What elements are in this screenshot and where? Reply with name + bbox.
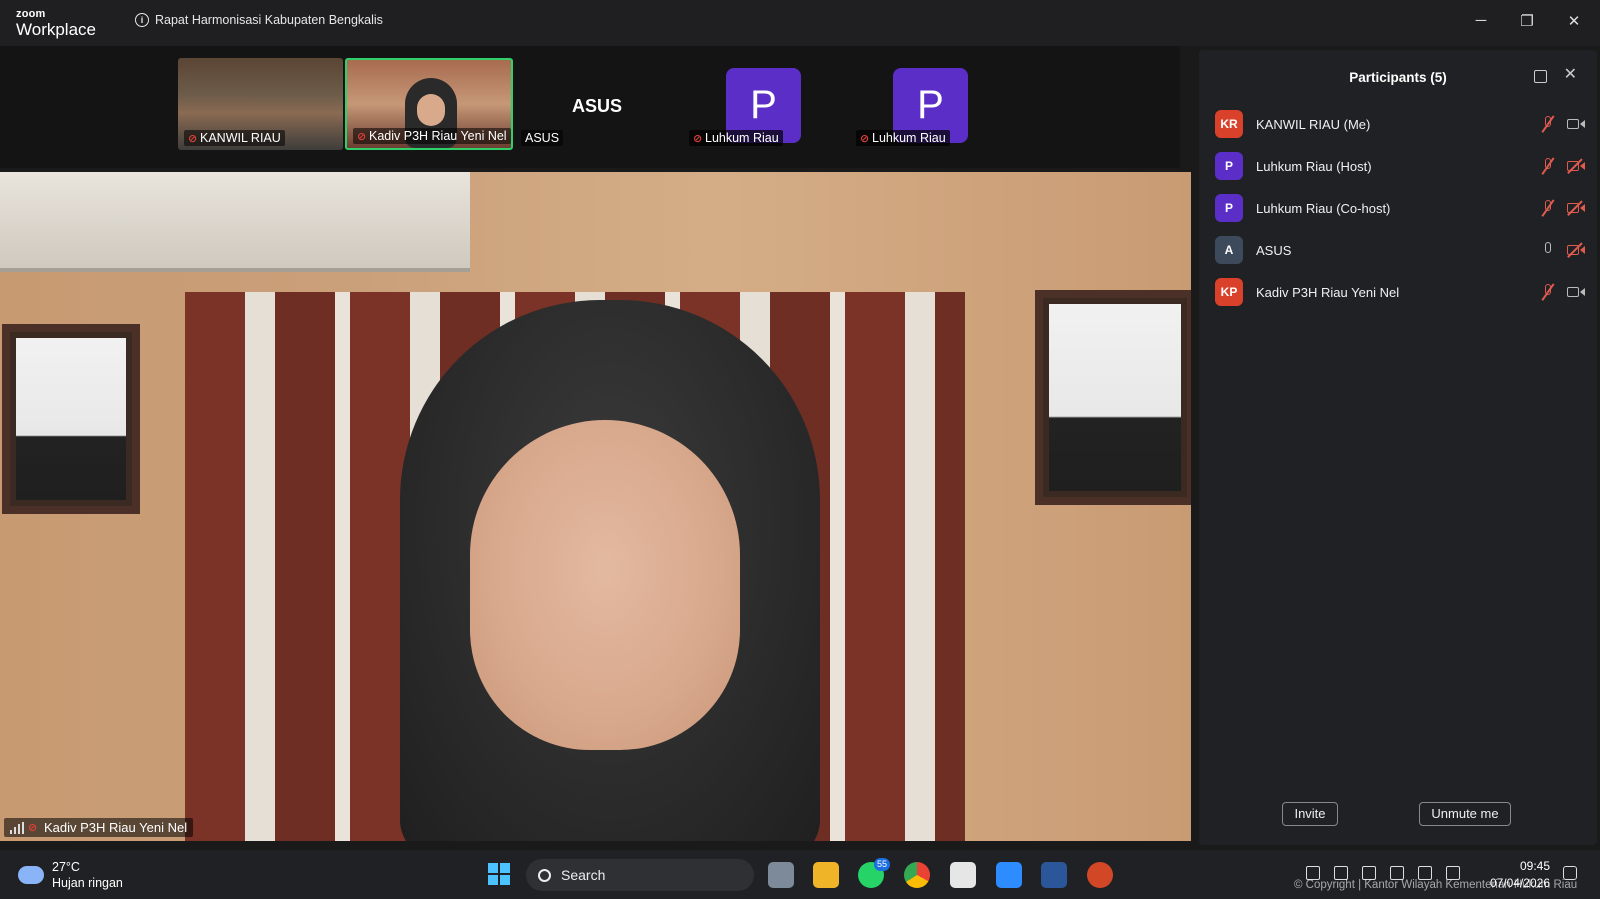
chrome-icon[interactable] [904,862,930,888]
close-button[interactable]: ✕ [1562,12,1586,30]
mic-muted-icon: ⊘ [28,822,38,834]
invite-button[interactable]: Invite [1282,802,1338,826]
chevron-up-icon[interactable] [1306,866,1320,880]
unmute-me-button[interactable]: Unmute me [1419,802,1511,826]
word-icon[interactable] [1041,862,1067,888]
cloud-icon[interactable] [1334,866,1348,880]
weather-widget[interactable]: 27°C Hujan ringan [18,859,123,891]
taskbar-search[interactable]: Search [526,859,754,891]
meeting-info[interactable]: i Rapat Harmonisasi Kabupaten Bengkalis [135,13,383,27]
thumbnail-display-name: ASUS [572,96,623,116]
powerpoint-icon[interactable] [1087,862,1113,888]
thumbnail-label: ASUS [521,130,564,146]
temperature: 27°C [52,860,80,874]
time: 09:45 [1519,859,1550,873]
participant-name: ASUS [1256,242,1292,258]
popout-icon[interactable] [1534,70,1547,83]
windows-taskbar: 27°C Hujan ringan Search 55 09:45 07/04/… [0,850,1600,899]
participant-avatar: A [1215,236,1243,264]
thumbnail-label: ⊘ KANWIL RIAU [184,130,285,146]
thumbnail-luhkum-2[interactable]: ⊘ Luhkum Riau [850,58,980,150]
participant-row[interactable]: P Luhkum Riau (Host) [1215,146,1585,186]
logo-bottom-text: Workplace [16,20,96,39]
video-thumbnail-strip: ⊘ KANWIL RIAU ⊘ Kadiv P3H Riau Yeni Nel … [0,46,1180,168]
air-conditioner [0,172,470,272]
wifi-icon[interactable] [1390,866,1404,880]
minimize-button[interactable]: ─ [1469,12,1493,29]
person-face [417,94,445,126]
weather-description: Hujan ringan [52,876,123,890]
participant-avatar: P [1215,194,1243,222]
start-icon[interactable] [488,863,510,885]
participant-name: Luhkum Riau (Host) [1256,158,1372,174]
video-off-icon[interactable] [1567,242,1585,258]
thumbnail-label: ⊘ Luhkum Riau [856,130,950,146]
thumbnail-label: ⊘ Kadiv P3H Riau Yeni Nel [353,128,511,144]
portrait-left [2,324,140,514]
mic-muted-icon[interactable] [1541,157,1555,175]
main-video-label: ⊘ Kadiv P3H Riau Yeni Nel [4,818,194,837]
video-on-icon[interactable] [1567,118,1585,130]
participant-row[interactable]: KP Kadiv P3H Riau Yeni Nel [1215,272,1585,312]
speaker-face [470,420,740,750]
video-on-icon[interactable] [1567,286,1585,298]
mic-muted-icon: ⊘ [357,131,367,143]
mic-muted-icon[interactable] [1541,115,1555,133]
search-icon [538,868,551,882]
battery-icon[interactable] [1446,866,1460,880]
participant-name: Luhkum Riau (Co-host) [1256,200,1391,216]
mic-muted-icon: ⊘ [188,133,198,145]
thumbnail-kadiv[interactable]: ⊘ Kadiv P3H Riau Yeni Nel [345,58,513,150]
participant-row[interactable]: KR KANWIL RIAU (Me) [1215,104,1585,144]
participant-name: KANWIL RIAU (Me) [1256,116,1371,132]
participant-row[interactable]: A ASUS [1215,230,1585,270]
system-tray [1306,866,1460,880]
video-off-icon[interactable] [1567,200,1585,216]
title-bar: zoom Workplace i Rapat Harmonisasi Kabup… [0,0,1600,46]
whatsapp-badge: 55 [873,858,890,871]
mic-on-icon[interactable] [1541,241,1555,259]
weather-cloud-icon [18,866,44,884]
meeting-title: Rapat Harmonisasi Kabupaten Bengkalis [155,13,383,27]
zoom-logo: zoom Workplace [16,8,96,39]
info-icon[interactable]: i [135,13,149,27]
video-off-icon[interactable] [1567,158,1585,174]
participant-avatar: P [1215,152,1243,180]
portrait-right [1035,290,1191,505]
participant-avatar: KP [1215,278,1243,306]
participant-name: Kadiv P3H Riau Yeni Nel [1256,284,1400,300]
volume-muted-icon[interactable] [1418,866,1432,880]
participants-panel: Participants (5) ✕ KR KANWIL RIAU (Me) P… [1199,50,1597,845]
mic-muted-icon: ⊘ [693,133,703,145]
signal-icon [10,822,24,834]
file-explorer-icon[interactable] [813,862,839,888]
mic-muted-icon[interactable] [1541,199,1555,217]
mic-muted-icon[interactable] [1541,283,1555,301]
copyright-watermark: © Copyright | Kantor Wilayah Kementerian… [1294,879,1578,891]
participant-avatar: KR [1215,110,1243,138]
thumbnail-label: ⊘ Luhkum Riau [689,130,783,146]
participant-row[interactable]: P Luhkum Riau (Co-host) [1215,188,1585,228]
speaker-person [400,300,820,841]
thumbnail-kanwil-riau[interactable]: ⊘ KANWIL RIAU [178,58,343,150]
news-app-icon[interactable] [950,862,976,888]
search-label: Search [561,867,606,883]
logo-top-text: zoom [16,8,46,20]
zoom-app-icon[interactable] [996,862,1022,888]
main-video[interactable]: ⊘ Kadiv P3H Riau Yeni Nel [0,172,1191,841]
mic-muted-icon: ⊘ [860,133,870,145]
whatsapp-icon[interactable]: 55 [858,858,890,888]
notification-icon[interactable] [1563,866,1577,880]
task-view-icon[interactable] [768,862,794,888]
restore-button[interactable]: ❐ [1515,12,1539,30]
mic-tray-icon[interactable] [1362,866,1376,880]
thumbnail-luhkum-1[interactable]: ⊘ Luhkum Riau [683,58,813,150]
close-panel-icon[interactable]: ✕ [1564,64,1577,84]
